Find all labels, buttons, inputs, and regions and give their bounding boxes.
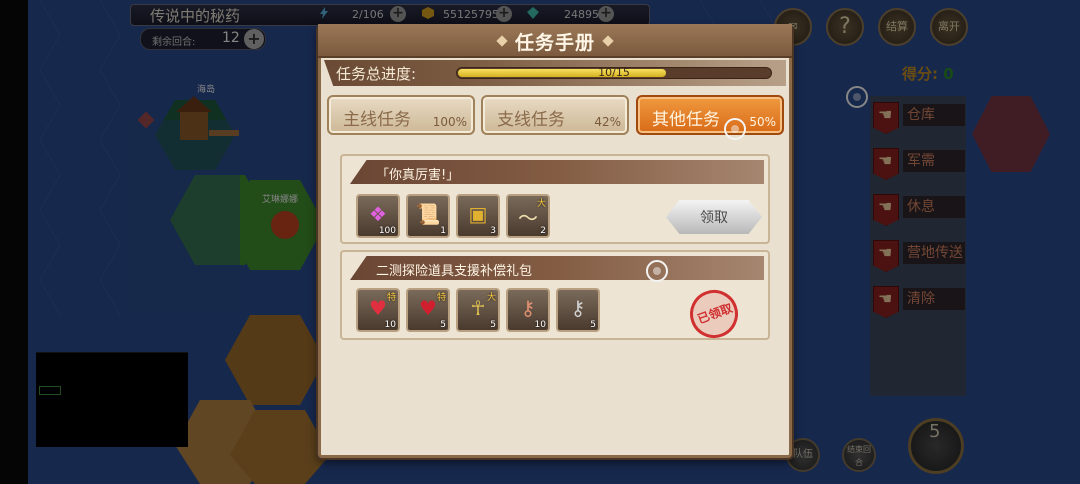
item-count: 1 (440, 226, 446, 236)
tab-percent: 100% (432, 115, 467, 129)
item-count: 5 (590, 320, 596, 330)
item-count: 10 (534, 320, 546, 330)
scroll-icon: 📜 (415, 202, 441, 226)
reward-item[interactable]: ♥ 特 5 (406, 288, 450, 332)
progress-text: 10/15 (598, 66, 630, 79)
reward-item[interactable]: ☥ 大 5 (456, 288, 500, 332)
task-title: 「你真厉害!」 (376, 168, 460, 183)
tab-label: 支线任务 (497, 110, 565, 130)
tab-percent: 50% (749, 115, 776, 129)
tab-label: 其他任务 (652, 110, 720, 130)
treasure-chest-icon: ▣ (468, 202, 488, 226)
item-badge: 大 (486, 293, 496, 303)
item-count: 2 (540, 226, 546, 236)
claim-button[interactable]: 领取 (666, 200, 762, 234)
reward-item[interactable]: 〜 大 2 (506, 194, 550, 238)
progress-label: 任务总进度: (336, 65, 417, 83)
item-badge: 特 (386, 293, 396, 303)
key-icon: ⚷ (570, 296, 586, 320)
gem-cluster-icon: ❖ (369, 202, 387, 226)
item-badge: 特 (436, 293, 446, 303)
tab-side-quests[interactable]: 支线任务 42% (481, 95, 629, 135)
reward-item[interactable]: ⚷ 5 (556, 288, 600, 332)
cursor-gear-icon (646, 260, 668, 282)
reward-item[interactable]: ♥ 特 10 (356, 288, 400, 332)
item-count: 100 (378, 226, 396, 236)
item-count: 5 (490, 320, 496, 330)
dialog-title: 任务手册 (514, 32, 595, 54)
tab-label: 主线任务 (343, 110, 411, 130)
key-icon: ⚷ (520, 296, 536, 320)
reward-item[interactable]: 📜 1 (406, 194, 450, 238)
tab-percent: 42% (594, 115, 621, 129)
item-count: 3 (490, 226, 496, 236)
item-count: 5 (440, 320, 446, 330)
reward-item[interactable]: ▣ 3 (456, 194, 500, 238)
cursor-gear-icon (724, 118, 746, 140)
tab-other-quests[interactable]: 其他任务 50% (636, 95, 784, 135)
task-title: 二测探险道具支援补偿礼包 (376, 264, 533, 279)
item-badge: 大 (536, 199, 546, 209)
item-count: 10 (384, 320, 396, 330)
reward-item[interactable]: ❖ 100 (356, 194, 400, 238)
claimed-stamp-label: 已领取 (695, 300, 735, 327)
tab-main-quests[interactable]: 主线任务 100% (327, 95, 475, 135)
reward-item[interactable]: ⚷ 10 (506, 288, 550, 332)
